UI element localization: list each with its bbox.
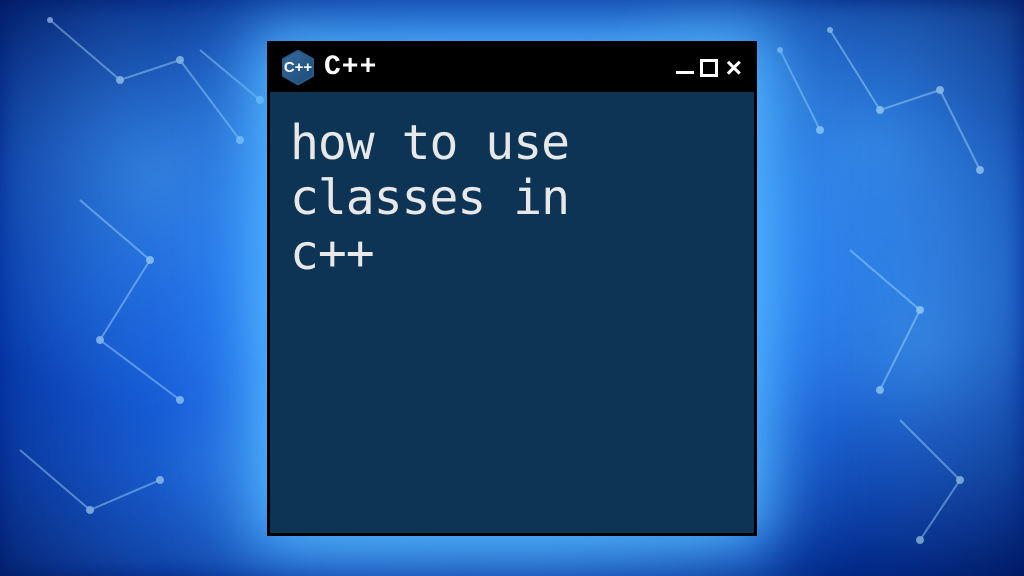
window-controls: ×: [676, 54, 742, 82]
maximize-button[interactable]: [700, 59, 718, 77]
titlebar[interactable]: C++ C++ ×: [270, 44, 754, 92]
close-icon: ×: [726, 54, 742, 82]
terminal-content[interactable]: how to use classes in c++: [270, 92, 754, 533]
icon-label: C++: [284, 59, 312, 76]
cpp-app-icon: C++: [282, 50, 314, 86]
window-title: C++: [324, 52, 666, 83]
minimize-icon: [676, 71, 694, 74]
minimize-button[interactable]: [676, 61, 694, 74]
close-button[interactable]: ×: [726, 54, 742, 82]
maximize-icon: [700, 59, 718, 77]
terminal-window: C++ C++ × how to use classes in c++: [267, 41, 757, 536]
